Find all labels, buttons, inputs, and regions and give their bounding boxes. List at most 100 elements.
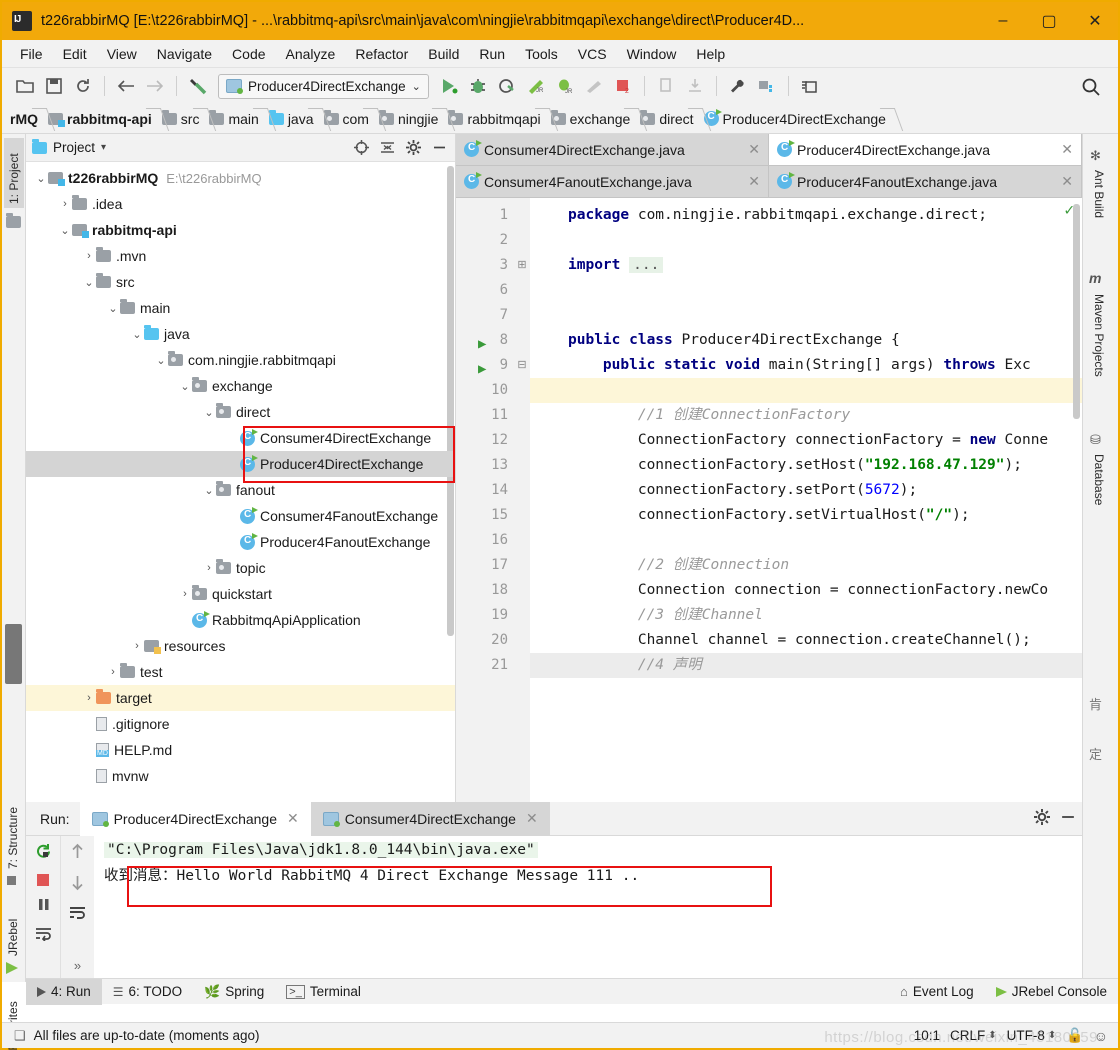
tree-item-java[interactable]: ⌄ java xyxy=(26,321,455,347)
back-arrow-icon[interactable] xyxy=(113,73,139,99)
close-button[interactable]: ✕ xyxy=(1072,2,1118,40)
tree-item-target[interactable]: › target xyxy=(26,685,455,711)
code-line-9[interactable]: public static void main(String[] args) t… xyxy=(530,353,1082,378)
gear-icon[interactable] xyxy=(1034,809,1050,828)
hide-icon[interactable] xyxy=(429,138,449,158)
fold-marker-8[interactable] xyxy=(514,328,530,353)
expand-arrow-icon[interactable]: ⌄ xyxy=(82,276,96,289)
code-line-2[interactable] xyxy=(530,228,1082,253)
expand-arrow-icon[interactable]: › xyxy=(178,588,192,600)
sidebar-item-ant-build[interactable]: Ant Build xyxy=(1089,170,1109,250)
run-icon[interactable] xyxy=(436,73,462,99)
code-line-14[interactable]: connectionFactory.setPort(5672); xyxy=(530,478,1082,503)
menu-run[interactable]: Run xyxy=(469,43,515,65)
gutter-line-3[interactable]: 3 xyxy=(456,253,514,278)
open-folder-icon[interactable] xyxy=(12,73,38,99)
menu-tools[interactable]: Tools xyxy=(515,43,568,65)
deploy-icon[interactable] xyxy=(682,73,708,99)
code-line-8[interactable]: public class Producer4DirectExchange { xyxy=(530,328,1082,353)
fold-marker-14[interactable] xyxy=(514,478,530,503)
code-line-6[interactable] xyxy=(530,278,1082,303)
forward-arrow-icon[interactable] xyxy=(142,73,168,99)
expand-arrow-icon[interactable]: › xyxy=(58,198,72,210)
toolwindow-event-log[interactable]: ⌂ Event Log xyxy=(889,979,985,1005)
tree-item-producer4fanoutexchange[interactable]: Producer4FanoutExchange xyxy=(26,529,455,555)
tree-item-quickstart[interactable]: › quickstart xyxy=(26,581,455,607)
toolwindow-spring[interactable]: 🌿 Spring xyxy=(193,979,275,1005)
tree-item-consumer4directexchange[interactable]: Consumer4DirectExchange xyxy=(26,425,455,451)
chevron-down-icon[interactable]: ▾ xyxy=(101,142,106,153)
locate-icon[interactable] xyxy=(351,138,371,158)
fold-marker-3[interactable]: ⊞ xyxy=(514,253,530,278)
tree-item-rabbitmq-api[interactable]: ⌄ rabbitmq-api xyxy=(26,217,455,243)
editor-vscrollbar[interactable] xyxy=(1073,204,1080,419)
menu-file[interactable]: File xyxy=(10,43,53,65)
tree-item--idea[interactable]: › .idea xyxy=(26,191,455,217)
code-line-7[interactable] xyxy=(530,303,1082,328)
update-app-icon[interactable] xyxy=(653,73,679,99)
tree-item-producer4directexchange[interactable]: Producer4DirectExchange xyxy=(26,451,455,477)
encoding-widget[interactable]: UTF-8 ⬍ xyxy=(1007,1028,1057,1043)
fold-marker-15[interactable] xyxy=(514,503,530,528)
gutter-line-8[interactable]: ▶ 8 xyxy=(456,328,514,353)
menu-view[interactable]: View xyxy=(97,43,147,65)
fold-marker-12[interactable] xyxy=(514,428,530,453)
breadcrumb-module[interactable]: rabbitmq-api xyxy=(44,104,158,133)
fold-marker-20[interactable] xyxy=(514,628,530,653)
profile-icon[interactable] xyxy=(581,73,607,99)
toolwindow-terminal[interactable]: >_ Terminal xyxy=(275,979,372,1005)
fold-marker-2[interactable] xyxy=(514,228,530,253)
code-line-21[interactable]: //4 声明 xyxy=(530,653,1082,678)
code-line-3[interactable]: import ... xyxy=(530,253,1082,278)
sidebar-item-maven-projects[interactable]: Maven Projects xyxy=(1089,294,1109,404)
gutter-line-7[interactable]: 7 xyxy=(456,303,514,328)
menu-edit[interactable]: Edit xyxy=(53,43,97,65)
up-arrow-icon[interactable] xyxy=(70,843,85,863)
gutter-line-1[interactable]: 1 xyxy=(456,203,514,228)
search-everywhere-icon[interactable] xyxy=(1078,74,1104,100)
sidebar-item-project[interactable]: 1: Project xyxy=(4,138,24,208)
fold-marker-17[interactable] xyxy=(514,553,530,578)
fold-marker-6[interactable] xyxy=(514,278,530,303)
fold-marker-10[interactable] xyxy=(514,378,530,403)
run-console[interactable]: "C:\Program Files\Java\jdk1.8.0_144\bin\… xyxy=(94,836,1082,982)
code-line-20[interactable]: Channel channel = connection.createChann… xyxy=(530,628,1082,653)
code-line-15[interactable]: connectionFactory.setVirtualHost("/"); xyxy=(530,503,1082,528)
breadcrumb-exchange[interactable]: exchange xyxy=(547,104,637,133)
hide-icon[interactable] xyxy=(1060,809,1076,828)
wrap-text-icon[interactable] xyxy=(35,926,52,944)
gutter-line-12[interactable]: 12 xyxy=(456,428,514,453)
breadcrumb-project[interactable]: rMQ xyxy=(2,104,44,133)
fold-marker-21[interactable] xyxy=(514,653,530,678)
menu-build[interactable]: Build xyxy=(418,43,469,65)
gutter-line-15[interactable]: 15 xyxy=(456,503,514,528)
fold-marker-1[interactable] xyxy=(514,203,530,228)
tree-item-exchange[interactable]: ⌄ exchange xyxy=(26,373,455,399)
tree-item--mvn[interactable]: › .mvn xyxy=(26,243,455,269)
down-arrow-icon[interactable] xyxy=(70,874,85,894)
tree-item-resources[interactable]: › resources xyxy=(26,633,455,659)
tree-item--gitignore[interactable]: .gitignore xyxy=(26,711,455,737)
gutter-line-11[interactable]: 11 xyxy=(456,403,514,428)
close-icon[interactable]: ✕ xyxy=(748,141,760,158)
tree-item-fanout[interactable]: ⌄ fanout xyxy=(26,477,455,503)
sidebar-item-jrebel[interactable]: JRebel xyxy=(4,896,22,956)
menu-window[interactable]: Window xyxy=(617,43,687,65)
tree-item-test[interactable]: › test xyxy=(26,659,455,685)
editor-tab-consumer4directexchange[interactable]: Consumer4DirectExchange.java ✕ xyxy=(456,134,769,166)
code-line-16[interactable] xyxy=(530,528,1082,553)
code-line-17[interactable]: //2 创建Connection xyxy=(530,553,1082,578)
expand-arrow-icon[interactable]: › xyxy=(82,692,96,704)
editor-tab-producer4directexchange[interactable]: Producer4DirectExchange.java ✕ xyxy=(769,134,1082,166)
project-structure-icon[interactable] xyxy=(754,73,780,99)
code-line-13[interactable]: connectionFactory.setHost("192.168.47.12… xyxy=(530,453,1082,478)
line-separator-widget[interactable]: CRLF ⬍ xyxy=(950,1028,997,1043)
maximize-button[interactable]: ▢ xyxy=(1026,2,1072,40)
close-icon[interactable]: ✕ xyxy=(1061,173,1073,190)
tree-item-direct[interactable]: ⌄ direct xyxy=(26,399,455,425)
gear-icon[interactable] xyxy=(403,138,423,158)
gutter-line-19[interactable]: 19 xyxy=(456,603,514,628)
gutter-line-2[interactable]: 2 xyxy=(456,228,514,253)
gutter-line-18[interactable]: 18 xyxy=(456,578,514,603)
pause-icon[interactable] xyxy=(36,897,51,915)
